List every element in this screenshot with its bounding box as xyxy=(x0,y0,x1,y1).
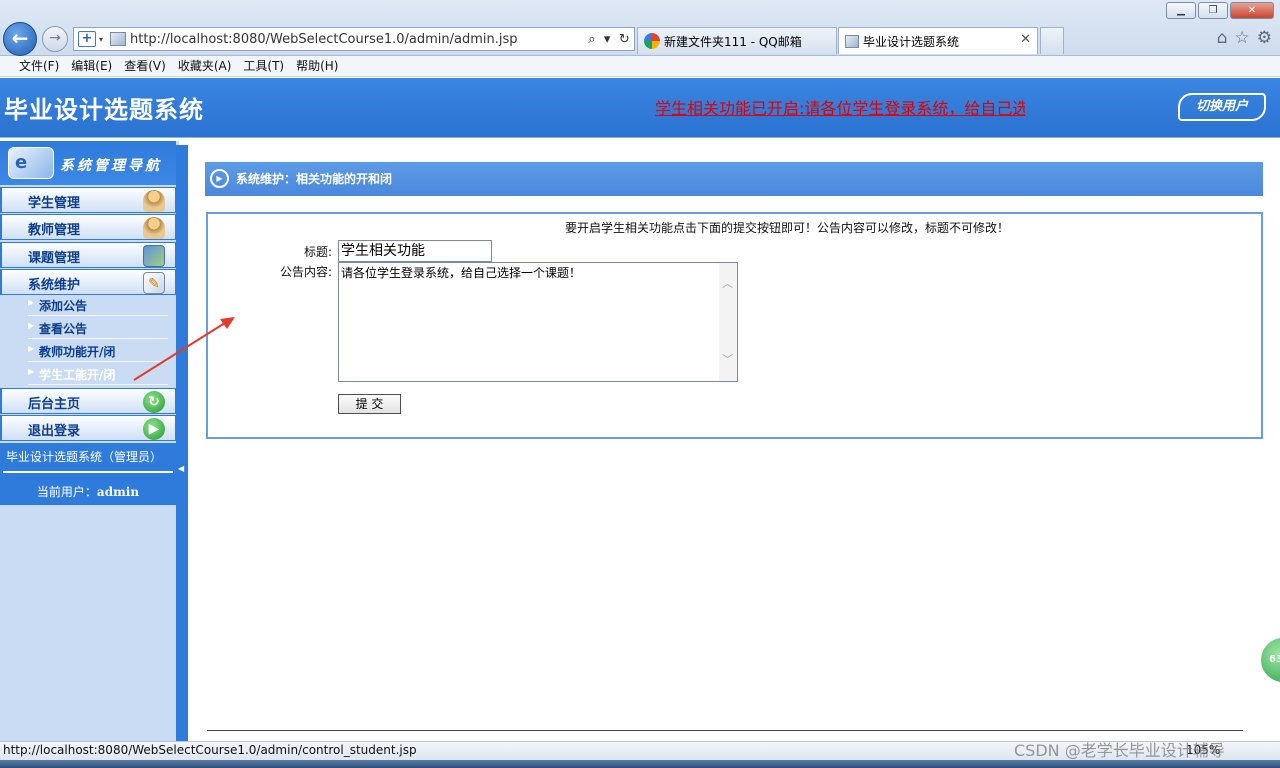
footer-divider xyxy=(207,730,1243,731)
annotation-arrow xyxy=(133,317,235,381)
taskbar xyxy=(0,760,1280,768)
status-url: http://localhost:8080/WebSelectCourse1.0… xyxy=(3,743,417,757)
watermark: CSDN @老学长毕业设计辅导 xyxy=(1014,741,1225,760)
